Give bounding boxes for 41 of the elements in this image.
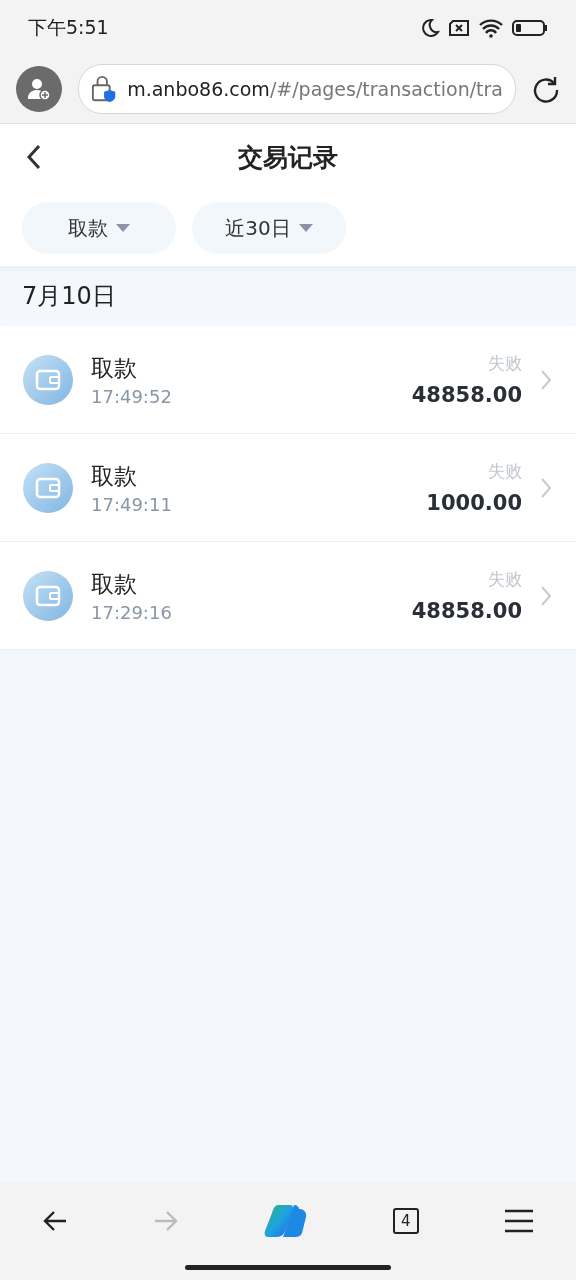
battery-icon [512, 18, 548, 37]
transaction-row[interactable]: 取款 17:49:52 失败 48858.00 [0, 326, 576, 434]
menu-icon[interactable] [503, 1209, 534, 1233]
lock-shield-icon [91, 74, 118, 104]
sim-icon [448, 18, 470, 37]
back-icon[interactable] [26, 143, 42, 171]
transaction-status: 失败 [488, 460, 522, 483]
status-time: 下午5:51 [28, 14, 109, 40]
transaction-status: 失败 [488, 568, 522, 591]
transaction-time: 17:29:16 [91, 601, 173, 623]
transaction-amount: 1000.00 [426, 491, 522, 515]
chevron-icon [540, 368, 552, 391]
reload-icon[interactable] [532, 75, 560, 103]
address-bar[interactable]: m.anbo86.com/#/pages/transaction/tra [78, 64, 516, 114]
date-heading: 7月10日 [22, 281, 116, 312]
transaction-type: 取款 [91, 461, 138, 491]
caret-icon [116, 224, 130, 232]
chevron-icon [540, 584, 552, 607]
wifi-icon [478, 17, 504, 38]
transaction-type: 取款 [91, 569, 138, 599]
transaction-amount: 48858.00 [411, 383, 522, 407]
tab-count-button[interactable]: 4 [392, 1208, 419, 1234]
url-text: m.anbo86.com/#/pages/transaction/tra [127, 78, 503, 100]
page-title: 交易记录 [238, 141, 338, 174]
moon-icon [420, 17, 440, 38]
transaction-row[interactable]: 取款 17:49:11 失败 1000.00 [0, 434, 576, 542]
filter-dropdown[interactable]: 取款 [22, 202, 176, 254]
transaction-status: 失败 [488, 352, 522, 375]
caret-icon [298, 224, 313, 232]
wallet-icon [23, 570, 73, 621]
back-arrow-icon[interactable] [42, 1210, 69, 1232]
transaction-time: 17:49:11 [91, 493, 173, 515]
transaction-time: 17:49:52 [91, 385, 173, 407]
transaction-type: 取款 [91, 353, 138, 383]
wallet-icon [23, 354, 73, 405]
transaction-amount: 48858.00 [411, 599, 522, 623]
chevron-icon [540, 476, 552, 499]
transaction-row[interactable]: 取款 17:29:16 失败 48858.00 [0, 542, 576, 650]
profile-icon[interactable] [16, 66, 62, 112]
wallet-icon [23, 462, 73, 513]
filter-dropdown[interactable]: 近30日 [192, 202, 346, 254]
